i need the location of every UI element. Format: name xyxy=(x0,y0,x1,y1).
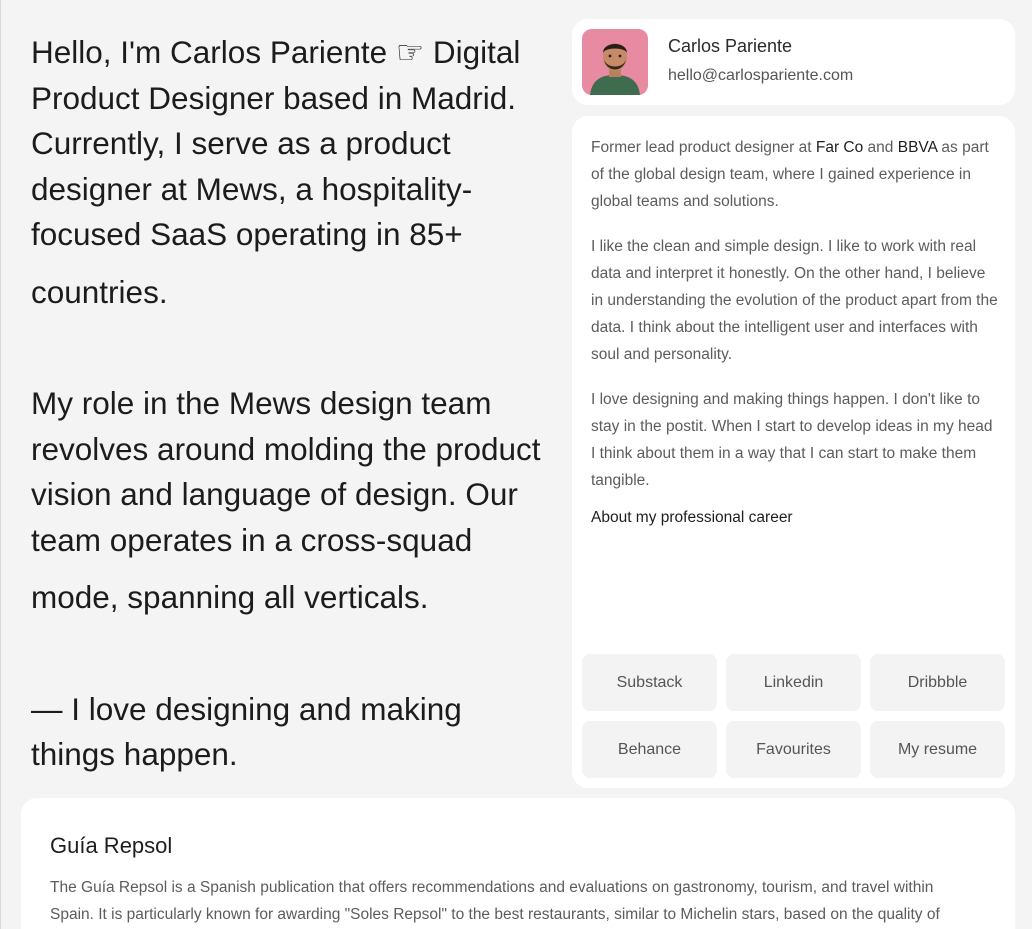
resume-button[interactable]: My resume xyxy=(870,721,1005,778)
project-card[interactable]: Guía Repsol The Guía Repsol is a Spanish… xyxy=(21,798,1015,929)
page: Hello, I'm Carlos Pariente ☞ Digital Pro… xyxy=(0,0,1032,929)
company-bbva-link[interactable]: BBVA xyxy=(898,139,937,156)
behance-button[interactable]: Behance xyxy=(582,721,717,778)
intro-paragraph-1: Hello, I'm Carlos Pariente ☞ Digital Pro… xyxy=(31,30,551,315)
company-farco-link[interactable]: Far Co xyxy=(816,139,863,156)
intro-paragraph-1-tail: countries. xyxy=(31,273,168,310)
about-text: Former lead product designer at Far Co a… xyxy=(591,134,999,512)
avatar-portrait-icon xyxy=(582,29,648,95)
avatar xyxy=(582,29,648,95)
about-p1-and: and xyxy=(863,139,898,156)
intro-paragraph-2-tail: mode, spanning all verticals. xyxy=(31,579,429,615)
career-link[interactable]: About my professional career xyxy=(591,509,793,527)
dribbble-button[interactable]: Dribbble xyxy=(870,654,1005,711)
intro-text: Hello, I'm Carlos Pariente ☞ Digital Pro… xyxy=(31,30,551,778)
project-description: The Guía Repsol is a Spanish publication… xyxy=(50,879,940,923)
intro-paragraph-2: My role in the Mews design team revolves… xyxy=(31,381,551,621)
profile-card: Carlos Pariente hello@carlospariente.com xyxy=(572,19,1015,105)
linkedin-button[interactable]: Linkedin xyxy=(726,654,861,711)
intro-paragraph-3: — I love designing and making things hap… xyxy=(31,690,462,773)
social-links-grid: Substack Linkedin Dribbble Behance Favou… xyxy=(582,654,1005,778)
about-card: Former lead product designer at Far Co a… xyxy=(572,116,1015,788)
favourites-button[interactable]: Favourites xyxy=(726,721,861,778)
about-p1-prefix: Former lead product designer at xyxy=(591,139,816,156)
project-title: Guía Repsol xyxy=(50,833,173,858)
profile-name: Carlos Pariente xyxy=(668,36,793,56)
intro-paragraph-2-text: My role in the Mews design team revolves… xyxy=(31,385,541,558)
about-paragraph-3: I love designing and making things happe… xyxy=(591,391,993,489)
intro-paragraph-1-text: Hello, I'm Carlos Pariente ☞ Digital Pro… xyxy=(31,34,521,252)
about-paragraph-1: Former lead product designer at Far Co a… xyxy=(591,134,999,215)
profile-email[interactable]: hello@carlospariente.com xyxy=(668,67,853,85)
about-paragraph-2: I like the clean and simple design. I li… xyxy=(591,238,998,363)
substack-button[interactable]: Substack xyxy=(582,654,717,711)
